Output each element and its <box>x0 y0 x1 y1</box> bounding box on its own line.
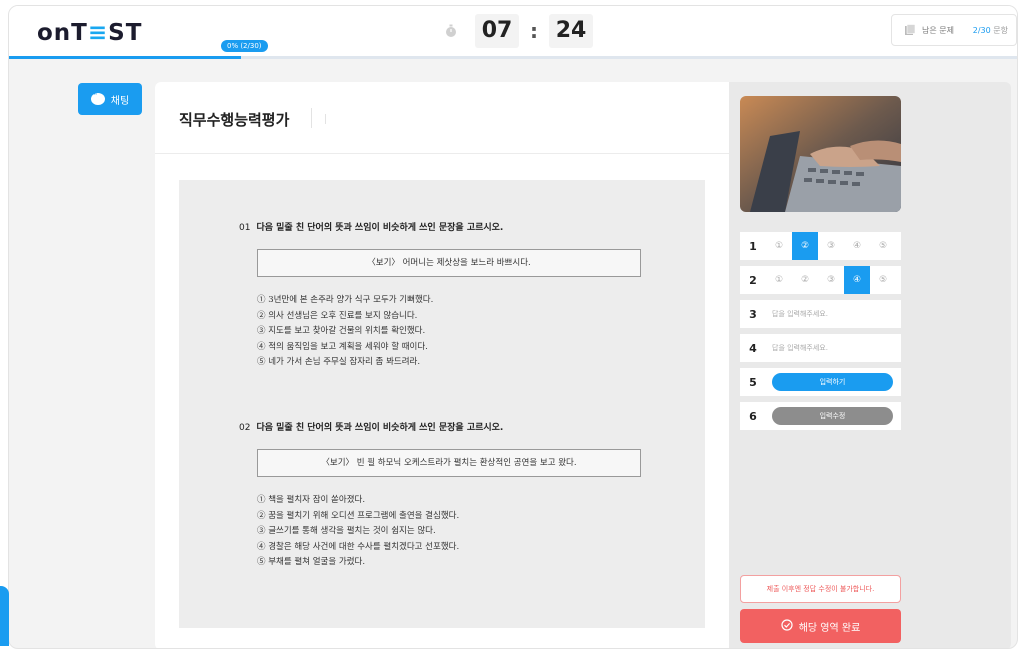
complete-label: 해당 영역 완료 <box>798 622 861 634</box>
chat-label: 채팅 <box>110 95 130 107</box>
stopwatch-icon <box>445 24 457 38</box>
divider <box>311 108 312 128</box>
choice-1[interactable]: ① <box>766 266 792 294</box>
check-circle-icon <box>781 618 793 634</box>
question-panel: 직무수행능력평가 01 다음 밑줄 친 단어의 뜻과 쓰임이 비슷하게 쓰인 문장… <box>155 82 729 648</box>
webcam-image <box>740 96 901 212</box>
choice-4[interactable]: ④ <box>844 266 870 294</box>
answer-panel: 1 ① ② ③ ④ ⑤ 2 ① ② ③ ④ ⑤ 3 답을 입력해주세요. 4 답… <box>729 82 1011 648</box>
choice-2[interactable]: ② <box>792 266 818 294</box>
app-window: onT≡ST 0% (2/30) 07 : 24 남은 문제 2/30 문항 채… <box>8 5 1018 649</box>
timer: 07 : 24 <box>445 14 593 48</box>
choice-3[interactable]: ③ <box>818 266 844 294</box>
option-item: ③ 지도를 보고 찾아갈 건물의 위치를 확인했다. <box>257 326 426 336</box>
options-list: ① 3년만에 본 손주라 양가 식구 모두가 기뻐했다. ② 의사 선생님은 오… <box>257 293 659 371</box>
answer-row-4: 4 답을 입력해주세요. <box>740 334 901 362</box>
option-item: ⑤ 네가 가서 손님 주무실 잠자리 좀 봐드려라. <box>257 357 421 367</box>
chat-bubble-icon <box>90 90 105 105</box>
answer-number: 2 <box>749 273 757 287</box>
page-title: 직무수행능력평가 <box>179 111 290 129</box>
option-item: ③ 글쓰기를 통해 생각을 펼치는 것이 쉽지는 않다. <box>257 526 436 536</box>
question-sheet[interactable]: 01 다음 밑줄 친 단어의 뜻과 쓰임이 비슷하게 쓰인 문장을 고르시오. 〈… <box>179 180 705 628</box>
answer-number: 1 <box>749 239 757 253</box>
choice-4[interactable]: ④ <box>844 232 870 260</box>
question-prompt: 01 다음 밑줄 친 단어의 뜻과 쓰임이 비슷하게 쓰인 문장을 고르시오. <box>239 223 504 233</box>
edit-button[interactable]: 입력수정 <box>772 407 893 425</box>
answer-row-2: 2 ① ② ③ ④ ⑤ <box>740 266 901 294</box>
answer-row-1: 1 ① ② ③ ④ ⑤ <box>740 232 901 260</box>
header: onT≡ST 0% (2/30) 07 : 24 남은 문제 2/30 문항 <box>9 6 1017 58</box>
answer-row-3: 3 답을 입력해주세요. <box>740 300 901 328</box>
answer-number: 4 <box>749 341 757 355</box>
question-1: 01 다음 밑줄 친 단어의 뜻과 쓰임이 비슷하게 쓰인 문장을 고르시오. 〈… <box>239 220 659 371</box>
choice-5[interactable]: ⑤ <box>870 232 896 260</box>
chat-button[interactable]: 채팅 <box>78 83 142 115</box>
divider <box>325 114 326 124</box>
choice-5[interactable]: ⑤ <box>870 266 896 294</box>
example-box: 〈보기〉 빈 필 하모닉 오케스트라가 펼치는 환상적인 공연을 보고 왔다. <box>257 449 641 477</box>
timer-seconds: 24 <box>549 14 593 48</box>
choice-3[interactable]: ③ <box>818 232 844 260</box>
logo: onT≡ST <box>37 20 143 46</box>
choice-1[interactable]: ① <box>766 232 792 260</box>
remaining-questions[interactable]: 남은 문제 2/30 문항 <box>891 14 1017 46</box>
remaining-label: 남은 문제 <box>922 25 954 35</box>
progress-badge: 0% (2/30) <box>221 40 268 52</box>
option-item: ② 꿈을 펼치기 위해 오디션 프로그램에 출연을 결심했다. <box>257 510 460 521</box>
remaining-count: 2/30 문항 <box>972 25 1008 35</box>
option-item: ⑤ 부채를 펼쳐 얼굴을 가렸다. <box>257 557 366 567</box>
choice-2[interactable]: ② <box>792 232 818 260</box>
option-item: ④ 적의 움직임을 보고 계획을 세워야 할 때이다. <box>257 341 428 352</box>
example-box: 〈보기〉 어머니는 제삿상을 보느라 바쁘시다. <box>257 249 641 277</box>
options-list: ① 책을 펼치자 잠이 쏟아졌다. ② 꿈을 펼치기 위해 오디션 프로그램에 … <box>257 493 659 571</box>
decorative-accent <box>0 586 9 646</box>
input-button[interactable]: 입력하기 <box>772 373 893 391</box>
timer-colon: : <box>530 19 538 43</box>
submit-notice: 제출 이후엔 정답 수정이 불가합니다. <box>740 575 901 603</box>
question-2: 02 다음 밑줄 친 단어의 뜻과 쓰임이 비슷하게 쓰인 문장을 고르시오. 〈… <box>239 420 659 571</box>
question-prompt: 02 다음 밑줄 친 단어의 뜻과 쓰임이 비슷하게 쓰인 문장을 고르시오. <box>239 423 504 433</box>
answer-input[interactable]: 답을 입력해주세요. <box>772 343 828 353</box>
answer-number: 6 <box>749 409 757 423</box>
complete-section-button[interactable]: 해당 영역 완료 <box>740 609 901 643</box>
answer-row-5: 5 입력하기 <box>740 368 901 396</box>
answer-number: 5 <box>749 375 757 389</box>
option-item: ① 책을 펼치자 잠이 쏟아졌다. <box>257 495 366 505</box>
document-icon <box>904 24 916 36</box>
progress-fill <box>9 56 241 59</box>
option-item: ② 의사 선생님은 오후 진료를 보지 않습니다. <box>257 310 418 321</box>
option-item: ④ 경찰은 해당 사건에 대한 수사를 펼치겠다고 선포했다. <box>257 541 460 552</box>
progress-bar <box>9 56 1017 59</box>
answer-input[interactable]: 답을 입력해주세요. <box>772 309 828 319</box>
option-item: ① 3년만에 본 손주라 양가 식구 모두가 기뻐했다. <box>257 295 434 305</box>
timer-minutes: 07 <box>475 14 519 48</box>
answer-number: 3 <box>749 307 757 321</box>
title-bar: 직무수행능력평가 <box>155 82 729 154</box>
answer-row-6: 6 입력수정 <box>740 402 901 430</box>
